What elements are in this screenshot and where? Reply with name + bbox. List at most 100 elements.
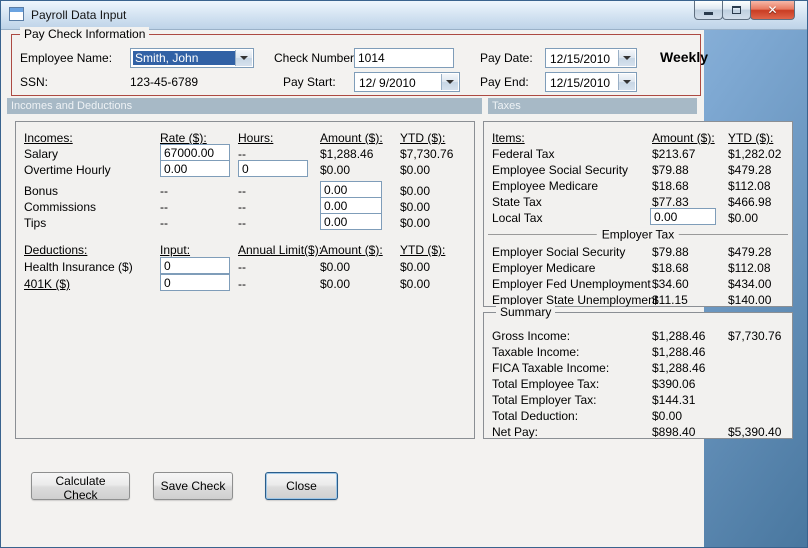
calculate-check-button[interactable]: Calculate Check [31, 472, 130, 502]
pay-date-datepicker[interactable]: 12/15/2010 [545, 48, 637, 68]
income-label: Overtime Hourly [24, 163, 111, 177]
summary-amount: $1,288.46 [652, 329, 706, 343]
tax-ytd: $140.00 [728, 293, 772, 307]
overtime-hours-input[interactable] [238, 160, 308, 177]
pay-start-dropdown-button[interactable] [441, 74, 458, 90]
deductions-col-amount: Amount ($): [320, 243, 383, 257]
tips-amount-input[interactable] [320, 213, 382, 230]
income-row-overtime: Overtime Hourly $0.00 $0.00 [16, 160, 474, 178]
maximize-button[interactable] [722, 1, 751, 20]
summary-row-er-tax: Total Employer Tax: $144.31 [484, 392, 792, 408]
tax-amount: $11.15 [652, 293, 688, 307]
deductions-col-ytd: YTD ($): [400, 243, 446, 257]
save-check-button[interactable]: Save Check [153, 472, 233, 500]
tax-label: Federal Tax [492, 147, 555, 161]
pay-end-datepicker[interactable]: 12/15/2010 [545, 72, 637, 92]
pay-start-datepicker[interactable]: 12/ 9/2010 [354, 72, 460, 92]
summary-row-net-pay: Net Pay: $898.40 $5,390.40 [484, 424, 792, 440]
taxes-col-ytd: YTD ($): [728, 131, 774, 145]
employee-name-combobox[interactable]: Smith, John [130, 48, 254, 68]
tax-row-er-fed-unemp: Employer Fed Unemployment $34.60 $434.00 [484, 276, 792, 292]
incomes-col-ytd: YTD ($): [400, 131, 446, 145]
chevron-down-icon [623, 80, 631, 84]
tax-ytd: $479.28 [728, 245, 772, 259]
tax-row-er-medicare: Employer Medicare $18.68 $112.08 [484, 260, 792, 276]
minimize-button[interactable] [694, 1, 723, 20]
summary-ytd: $5,390.40 [728, 425, 782, 439]
overtime-rate-input[interactable] [160, 160, 230, 177]
summary-label: FICA Taxable Income: [492, 361, 610, 375]
income-rate: -- [160, 184, 168, 198]
close-button[interactable]: ✕ [750, 1, 795, 20]
deduction-limit: -- [238, 277, 246, 291]
summary-amount: $1,288.46 [652, 345, 706, 359]
pay-date-label: Pay Date: [480, 51, 533, 65]
income-label: Bonus [24, 184, 59, 198]
tax-amount: $18.68 [652, 179, 689, 193]
income-amount: $1,288.46 [320, 147, 374, 161]
income-label: Commissions [24, 200, 97, 214]
incomes-deductions-section-header: Incomes and Deductions [7, 98, 482, 114]
deductions-col-limit: Annual Limit($): [238, 243, 323, 257]
tax-amount: $79.88 [652, 163, 689, 177]
app-icon [9, 7, 24, 21]
summary-amount: $898.40 [652, 425, 696, 439]
tax-label: Local Tax [492, 211, 543, 225]
deduction-amount: $0.00 [320, 260, 351, 274]
incomes-deductions-panel: Incomes: Rate ($): Hours: Amount ($): YT… [15, 121, 475, 439]
titlebar[interactable]: Payroll Data Input ✕ [1, 1, 807, 30]
maximize-icon [732, 6, 741, 14]
employee-name-dropdown-button[interactable] [235, 50, 252, 66]
tax-ytd: $112.08 [728, 261, 771, 275]
income-ytd: $7,730.76 [400, 147, 454, 161]
k401-input[interactable] [160, 274, 230, 291]
summary-amount: $144.31 [652, 393, 696, 407]
frequency-label: Weekly [660, 49, 708, 65]
summary-label: Total Deduction: [492, 409, 579, 423]
tax-ytd: $112.08 [728, 179, 771, 193]
tax-amount: $213.67 [652, 147, 696, 161]
summary-row-emp-tax: Total Employee Tax: $390.06 [484, 376, 792, 392]
paycheck-info-groupbox: Pay Check Information Employee Name: Smi… [11, 27, 708, 96]
tax-row-local: Local Tax $0.00 [484, 208, 792, 226]
deduction-401k-link[interactable]: 401K ($) [24, 276, 70, 292]
check-number-label: Check Number: [274, 51, 358, 65]
employer-tax-group-label: Employer Tax [596, 227, 680, 242]
chevron-down-icon [446, 80, 454, 84]
bonus-amount-input[interactable] [320, 181, 382, 198]
income-ytd: $0.00 [400, 184, 431, 198]
tax-ytd: $479.28 [728, 163, 772, 177]
tax-ytd: $434.00 [728, 277, 772, 291]
income-rate: -- [160, 216, 168, 230]
ssn-value: 123-45-6789 [130, 75, 199, 89]
deduction-amount: $0.00 [320, 277, 351, 291]
summary-amount: $1,288.46 [652, 361, 706, 375]
income-ytd: $0.00 [400, 163, 431, 177]
local-tax-input[interactable] [650, 208, 716, 225]
tax-ytd: $466.98 [728, 195, 772, 209]
close-action-button[interactable]: Close [265, 472, 338, 500]
pay-end-dropdown-button[interactable] [618, 74, 635, 90]
health-insurance-input[interactable] [160, 257, 230, 274]
pay-end-label: Pay End: [480, 75, 529, 89]
summary-label: Gross Income: [492, 329, 571, 343]
employer-tax-separator: Employer Tax [488, 227, 788, 242]
income-label: Tips [24, 216, 47, 230]
tax-row-emp-ss: Employee Social Security $79.88 $479.28 [484, 162, 792, 178]
summary-label: Net Pay: [492, 425, 539, 439]
pay-date-dropdown-button[interactable] [618, 50, 635, 66]
income-hours: -- [238, 200, 246, 214]
summary-row-gross: Gross Income: $1,288.46 $7,730.76 [484, 328, 792, 344]
summary-row-deduction: Total Deduction: $0.00 [484, 408, 792, 424]
deductions-header-row: Deductions: Input: Annual Limit($): Amou… [16, 242, 474, 258]
incomes-col-item: Incomes: [24, 131, 73, 145]
commissions-amount-input[interactable] [320, 197, 382, 214]
tax-row-federal: Federal Tax $213.67 $1,282.02 [484, 146, 792, 162]
employee-name-value: Smith, John [133, 51, 235, 65]
pay-start-label: Pay Start: [283, 75, 336, 89]
tax-label: Employee Social Security [492, 163, 629, 177]
summary-amount: $390.06 [652, 377, 696, 391]
check-number-input[interactable] [354, 48, 454, 68]
salary-rate-input[interactable] [160, 144, 230, 161]
income-amount: $0.00 [320, 163, 351, 177]
